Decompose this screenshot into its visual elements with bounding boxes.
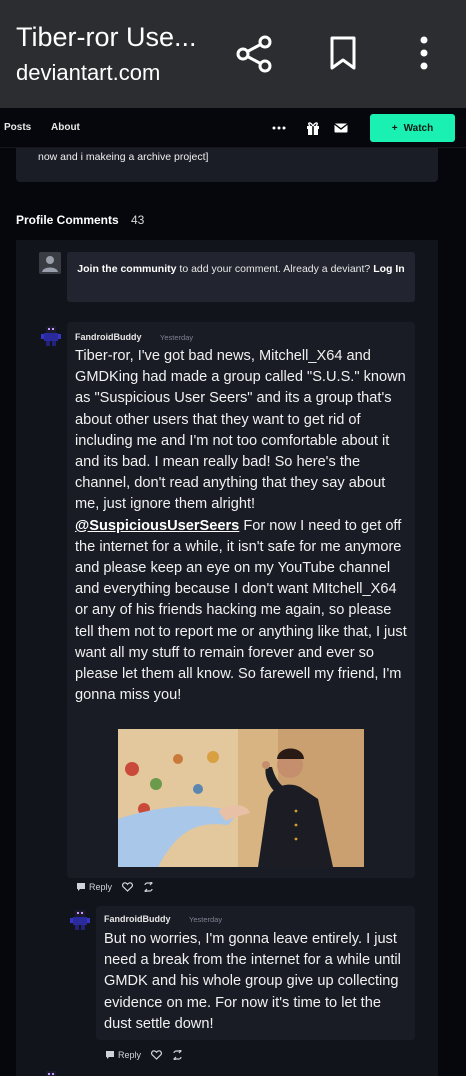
join-community-box: Join the community to add your comment. …	[67, 252, 415, 302]
comment-time: Yesterday	[160, 333, 194, 342]
about-card-text: now and i makeing a archive project]	[38, 151, 209, 163]
comments-count: 43	[131, 213, 145, 227]
reply-label: Reply	[118, 1050, 142, 1060]
gift-icon[interactable]	[305, 120, 321, 136]
comment-actions: Reply	[76, 882, 154, 892]
share-icon[interactable]	[234, 34, 274, 74]
reply-time: Yesterday	[189, 915, 223, 924]
join-prompt-text: to add your comment. Already a deviant?	[176, 263, 374, 275]
reply-actions: Reply	[105, 1050, 183, 1060]
heart-icon[interactable]	[151, 1050, 163, 1060]
tab-about[interactable]: About	[51, 122, 80, 133]
avatar[interactable]	[69, 909, 91, 931]
comment-author[interactable]: FandroidBuddy	[75, 332, 142, 342]
reply-label: Reply	[89, 882, 113, 892]
watch-button[interactable]: + Watch	[370, 114, 455, 142]
about-card: now and i makeing a archive project]	[16, 148, 438, 182]
comment-body: Tiber-ror, I've got bad news, Mitchell_X…	[75, 346, 407, 706]
tab-posts[interactable]: Posts	[4, 122, 31, 133]
comment-text-start: Tiber-ror, I've got bad news, Mitchell_X…	[75, 348, 406, 513]
reply-icon	[106, 1051, 114, 1059]
comment-image[interactable]	[118, 729, 364, 867]
avatar[interactable]	[40, 1070, 62, 1076]
share-comment-icon[interactable]	[143, 882, 154, 892]
mention-link[interactable]: @SuspiciousUserSeers	[75, 518, 239, 534]
browser-toolbar: Tiber-ror Use... deviantart.com	[0, 0, 466, 108]
reply-icon	[77, 883, 85, 891]
comment-text-end: For now I need to get off the internet f…	[75, 517, 407, 704]
login-link[interactable]: Log In	[373, 263, 405, 275]
reply-body: But no worries, I'm gonna leave entirely…	[104, 931, 401, 1032]
more-vertical-icon[interactable]	[404, 34, 444, 74]
reply-author[interactable]: FandroidBuddy	[104, 914, 171, 924]
reply-button[interactable]: Reply	[105, 1050, 141, 1060]
avatar[interactable]	[40, 325, 62, 347]
guest-avatar-icon	[39, 252, 61, 274]
share-comment-icon[interactable]	[172, 1050, 183, 1060]
heart-icon[interactable]	[122, 882, 134, 892]
plus-icon: +	[391, 122, 398, 134]
page-title: Tiber-ror Use...	[16, 22, 197, 52]
mail-icon[interactable]	[333, 120, 349, 136]
reply-button[interactable]: Reply	[76, 882, 112, 892]
url-text[interactable]: deviantart.com	[16, 60, 160, 86]
bookmark-icon[interactable]	[324, 34, 364, 74]
watch-label: Watch	[403, 122, 434, 134]
comments-heading: Profile Comments	[16, 213, 119, 227]
ellipsis-icon[interactable]	[271, 120, 287, 136]
join-community-link[interactable]: Join the community	[77, 263, 176, 275]
